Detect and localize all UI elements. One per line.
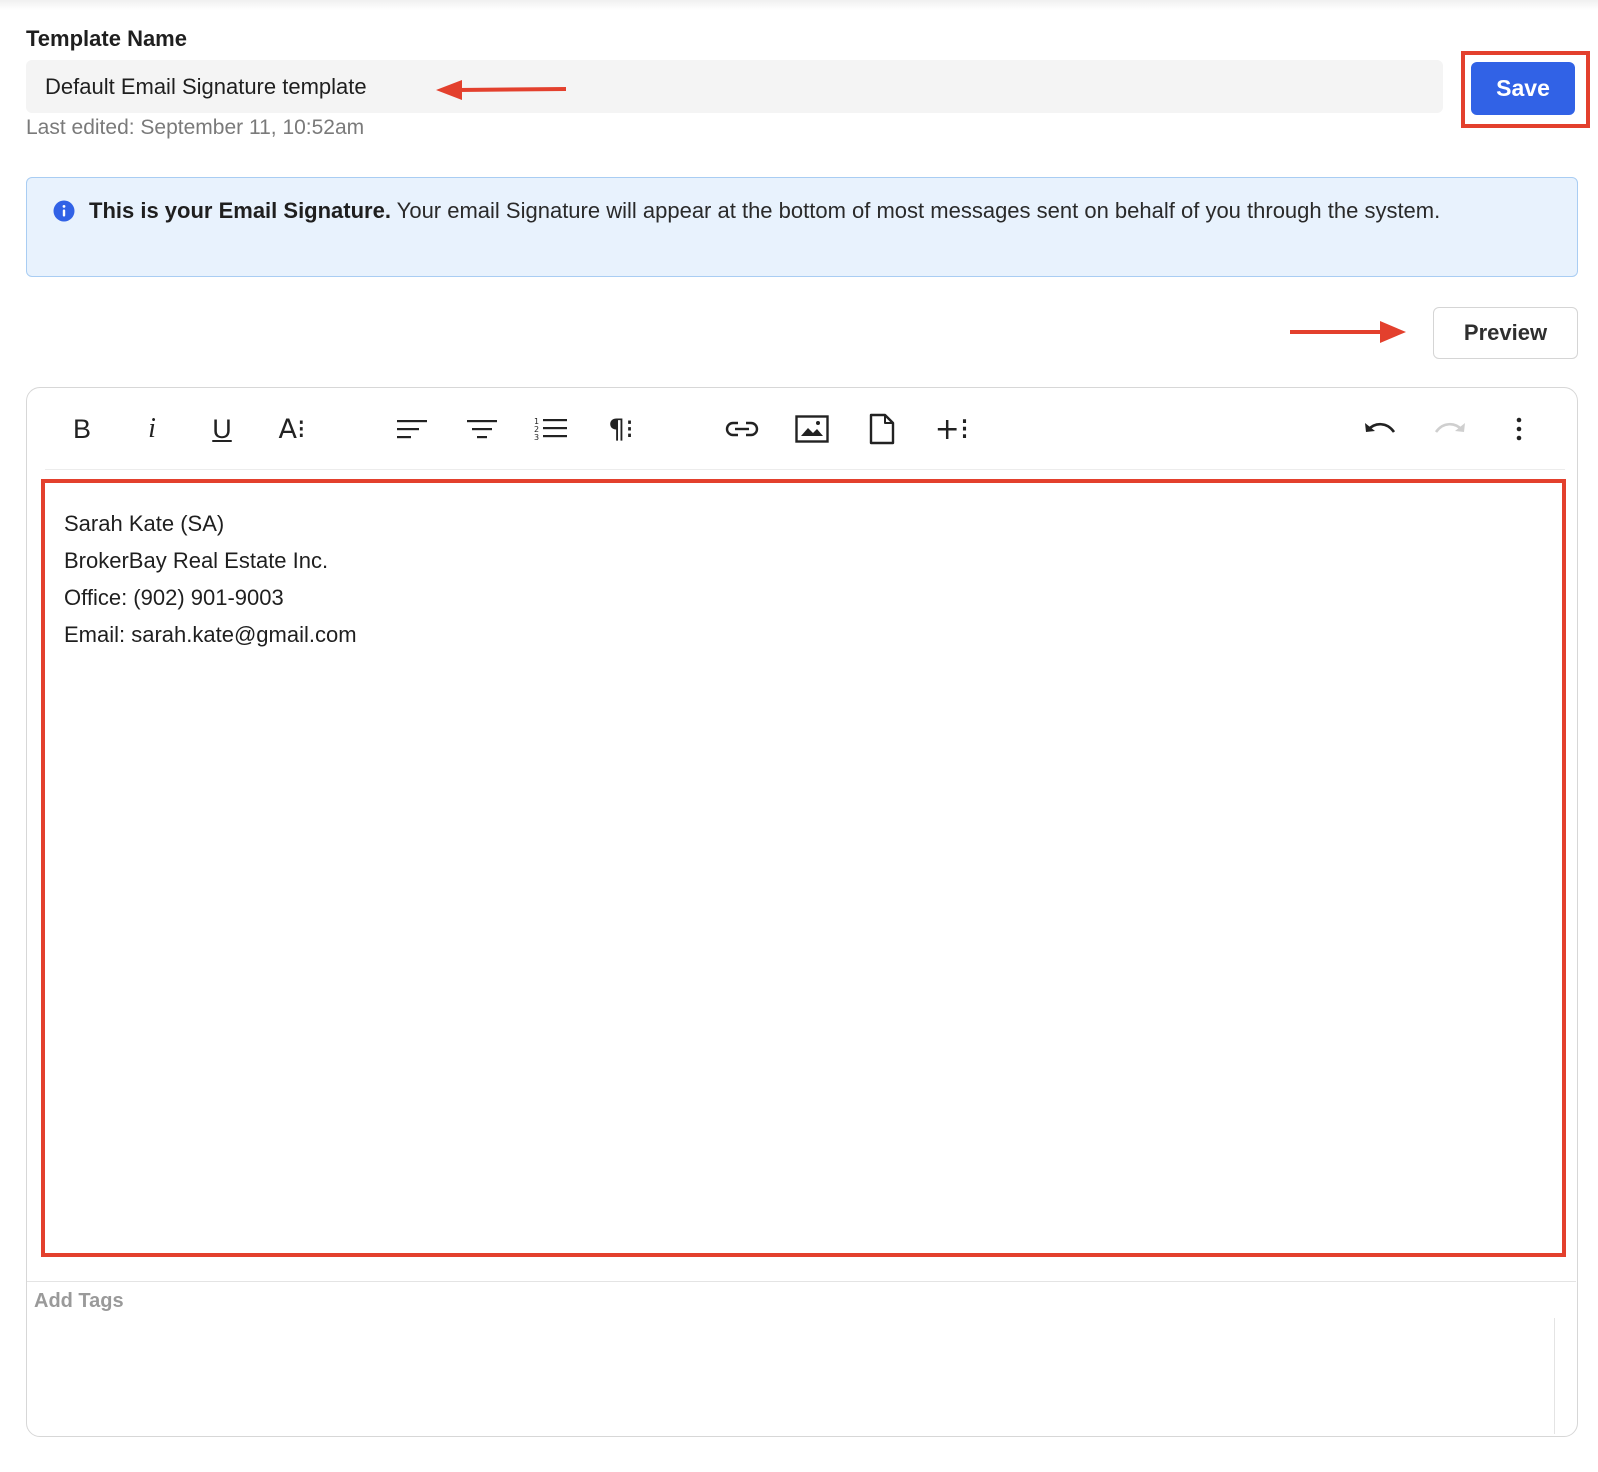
insert-image-button[interactable] bbox=[789, 408, 835, 450]
template-name-input[interactable] bbox=[26, 60, 1443, 113]
tags-scrollbar[interactable] bbox=[1554, 1318, 1555, 1434]
last-edited-text: Last edited: September 11, 10:52am bbox=[26, 116, 365, 139]
insert-link-button[interactable] bbox=[719, 408, 765, 450]
save-button[interactable]: Save bbox=[1471, 62, 1575, 115]
link-icon bbox=[725, 421, 759, 437]
italic-icon: i bbox=[148, 413, 156, 444]
info-icon bbox=[53, 200, 75, 222]
redo-button[interactable] bbox=[1427, 408, 1473, 450]
undo-button[interactable] bbox=[1357, 408, 1403, 450]
info-bold-text: This is your Email Signature. bbox=[89, 198, 391, 223]
paragraph-format-button[interactable]: ¶⁝ bbox=[598, 408, 644, 450]
svg-text:3: 3 bbox=[534, 433, 539, 442]
rich-text-editor: B i U A⁝ 1 2 3 ¶⁝ +⁝ Sarah Kate (SA) Bro… bbox=[26, 387, 1578, 1437]
bold-button[interactable]: B bbox=[59, 408, 105, 450]
align-left-button[interactable] bbox=[389, 408, 435, 450]
editor-toolbar: B i U A⁝ 1 2 3 ¶⁝ +⁝ bbox=[27, 388, 1576, 470]
editor-content[interactable]: Sarah Kate (SA) BrokerBay Real Estate In… bbox=[46, 483, 1555, 1243]
image-icon bbox=[795, 415, 829, 443]
bold-icon: B bbox=[72, 413, 91, 444]
signature-line: Sarah Kate (SA) bbox=[64, 511, 225, 536]
signature-line: BrokerBay Real Estate Inc. bbox=[64, 548, 329, 573]
font-size-button[interactable]: A⁝ bbox=[269, 408, 315, 450]
info-message: This is your Email Signature. Your email… bbox=[89, 192, 1549, 229]
signature-line: Office: (902) 901-9003 bbox=[64, 585, 284, 610]
plus-icon: +⁝ bbox=[934, 411, 970, 447]
italic-button[interactable]: i bbox=[129, 408, 175, 450]
more-options-button[interactable] bbox=[1496, 408, 1542, 450]
align-center-icon bbox=[467, 420, 497, 439]
redo-icon bbox=[1434, 422, 1465, 433]
info-banner: This is your Email Signature. Your email… bbox=[26, 177, 1578, 277]
tags-divider bbox=[27, 1281, 1576, 1282]
preview-arrow bbox=[1290, 321, 1406, 343]
underline-icon: U bbox=[212, 413, 232, 444]
preview-button[interactable]: Preview bbox=[1433, 307, 1578, 359]
toolbar-divider bbox=[45, 469, 1565, 470]
insert-more-button[interactable]: +⁝ bbox=[929, 408, 975, 450]
more-vertical-icon bbox=[1516, 417, 1522, 441]
underline-button[interactable]: U bbox=[199, 408, 245, 450]
align-center-button[interactable] bbox=[459, 408, 505, 450]
signature-line: Email: sarah.kate@gmail.com bbox=[64, 622, 357, 647]
file-icon bbox=[869, 413, 895, 445]
ordered-list-button[interactable]: 1 2 3 bbox=[528, 408, 574, 450]
ordered-list-icon: 1 2 3 bbox=[534, 417, 567, 442]
undo-icon bbox=[1365, 422, 1396, 433]
font-size-icon: A⁝ bbox=[278, 413, 306, 445]
insert-file-button[interactable] bbox=[859, 408, 905, 450]
template-name-label: Template Name bbox=[26, 26, 187, 51]
info-body-text: Your email Signature will appear at the … bbox=[390, 198, 1441, 223]
add-tags-label: Add Tags bbox=[34, 1290, 124, 1312]
align-left-icon bbox=[397, 420, 427, 439]
paragraph-icon: ¶⁝ bbox=[608, 413, 634, 445]
top-shadow bbox=[0, 0, 1598, 10]
